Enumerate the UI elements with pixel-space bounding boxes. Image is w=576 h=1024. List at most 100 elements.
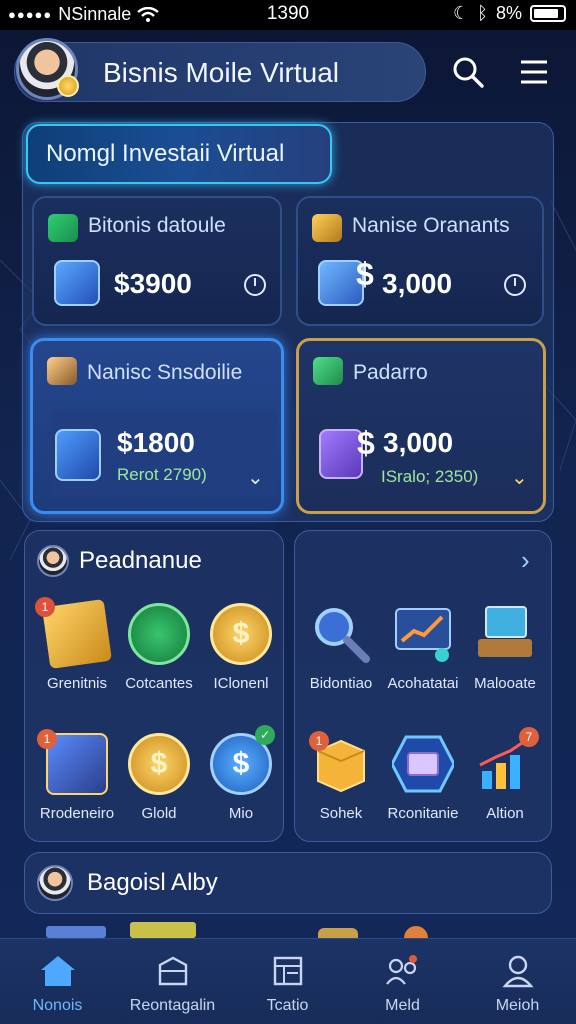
bagoisl-panel[interactable]: Bagoisl Alby (24, 852, 552, 914)
grid-label: Altion (486, 805, 524, 822)
grid-item[interactable]: $ IClonenl (195, 603, 287, 692)
menu-button[interactable] (514, 52, 554, 92)
bluetooth-icon: ᛒ (477, 3, 488, 23)
card-value: $3900 (114, 268, 192, 299)
status-bar: ●●●●● NSinnale 1390 ☾ ᛒ 8% (0, 0, 576, 30)
grid-label: Acohatatai (387, 675, 459, 692)
grid-label: Rrodeneiro (39, 805, 115, 822)
partial-item-1 (46, 926, 106, 938)
grid-item[interactable]: Altion (459, 733, 551, 822)
profile-icon (498, 951, 538, 991)
tab-profile[interactable]: Meioh (460, 951, 575, 1015)
tab-folder[interactable]: Reontagalin (115, 951, 230, 1015)
grid-label: Mio (228, 805, 254, 822)
info-icon[interactable] (244, 274, 266, 296)
chevron-down-icon[interactable]: ⌄ (247, 465, 264, 490)
section-title-pill[interactable]: Nomgl Investaii Virtual (26, 124, 332, 184)
grid-label: Grenitnis (46, 675, 108, 692)
grid-label: Cotcantes (125, 675, 193, 692)
green-coin-icon (128, 603, 190, 665)
grid-label: IClonenl (213, 675, 269, 692)
peadnanue-panel: Peadnanue Grenitnis 1 Cotcantes $ IClone… (24, 530, 284, 842)
cash-stack-icon (390, 733, 456, 795)
section-title: Bagoisl Alby (87, 869, 218, 896)
card-inner: $1800 Rerot 2790) ⌄ (51, 409, 277, 497)
tab-label: Reontagalin (129, 997, 216, 1014)
section-avatar (37, 865, 73, 901)
investment-card-gold[interactable]: Padarro $ 3,000 ISralo; 2350) ⌄ (296, 338, 546, 514)
check-badge: ✓ (255, 725, 275, 745)
people-icon (383, 951, 423, 991)
tab-home[interactable]: Nonois (0, 951, 115, 1015)
gold-dollar-coin-icon: $ (210, 603, 272, 665)
card-title: Nanisc Snsdoilie (87, 361, 243, 384)
grid-item[interactable]: Acohatatai (377, 603, 469, 692)
grid-item[interactable]: Malooate (459, 603, 551, 692)
money-icon (48, 214, 78, 242)
card-value: $1800 (117, 427, 195, 458)
section-title: Nomgl Investaii Virtual (46, 140, 285, 167)
dollar-sign: $ (357, 425, 375, 461)
tab-document[interactable]: Tcatio (230, 951, 345, 1015)
grid-item[interactable]: Rconitanie (377, 733, 469, 822)
tools-panel: › Bidontiao Acohatatai Malooate Sohek 1 … (294, 530, 552, 842)
tab-label: Nonois (32, 997, 83, 1014)
person-icon (47, 357, 77, 385)
magnifier-icon (310, 603, 372, 665)
coin-badge-icon (57, 75, 79, 97)
chest-icon (312, 214, 342, 242)
grid-label: Rconitanie (387, 805, 459, 822)
grid-item[interactable]: Bidontiao (295, 603, 387, 692)
grid-item[interactable]: Cotcantes (113, 603, 205, 692)
home-icon (38, 951, 78, 991)
grid-label: Sohek (319, 805, 363, 822)
grid-label: Glold (141, 805, 177, 822)
section-title: Peadnanue (79, 547, 202, 574)
info-icon[interactable] (504, 274, 526, 296)
laptop-icon (474, 603, 536, 665)
battery-percent: 8% (495, 3, 522, 23)
partial-item-2 (130, 922, 196, 938)
folder-icon (153, 951, 193, 991)
card-value: 3,000 (383, 427, 454, 458)
moon-icon: ☾ (453, 3, 470, 23)
tab-label: Tcatio (266, 997, 309, 1014)
notification-badge: 1 (309, 731, 329, 751)
bottom-nav: Nonois Reontagalin Tcatio Meld Meioh (0, 938, 576, 1024)
plant-icon (313, 357, 343, 385)
grid-item[interactable]: Sohek (295, 733, 387, 822)
partial-item-4 (404, 926, 428, 938)
user-avatar[interactable] (16, 38, 79, 100)
grid-item[interactable]: $ Mio (195, 733, 287, 822)
chevron-down-icon[interactable]: ⌄ (511, 465, 528, 490)
gold-coin-icon: $ (128, 733, 190, 795)
notification-badge: 7 (519, 727, 539, 747)
tab-label: Meld (385, 997, 420, 1014)
section-avatar (37, 545, 69, 577)
grid-label: Bidontiao (309, 675, 373, 692)
card-sub: ISralo; 2350) (381, 467, 479, 486)
investment-card-highlighted[interactable]: Nanisc Snsdoilie $1800 Rerot 2790) ⌄ (30, 338, 284, 514)
notification-badge: 1 (35, 597, 55, 617)
tab-label: Meioh (495, 997, 540, 1014)
card-title: Nanise Oranants (352, 214, 510, 237)
app-title: Bisnis Moile Virtual (103, 57, 340, 88)
card-value: 3,000 (382, 268, 453, 299)
tab-people[interactable]: Meld (345, 951, 460, 1015)
grid-item[interactable]: $ Glold (113, 733, 205, 822)
investment-card[interactable]: Bitonis datoule $3900 (32, 196, 282, 326)
card-title: Bitonis datoule (88, 214, 226, 237)
card-sub: Rerot 2790) (117, 465, 207, 484)
search-button[interactable] (448, 52, 488, 92)
blue-tile-icon (55, 429, 101, 481)
chevron-right-icon[interactable]: › (521, 545, 530, 576)
investment-card[interactable]: Nanise Oranants $ 3,000 (296, 196, 544, 326)
grid-label: Malooate (474, 675, 536, 692)
card-title: Padarro (353, 361, 428, 384)
search-icon (453, 57, 484, 88)
dollar-sign: $ (356, 256, 374, 292)
document-icon (268, 951, 308, 991)
partial-item-3 (318, 928, 358, 938)
notification-badge: 1 (37, 729, 57, 749)
menu-icon (521, 60, 547, 84)
